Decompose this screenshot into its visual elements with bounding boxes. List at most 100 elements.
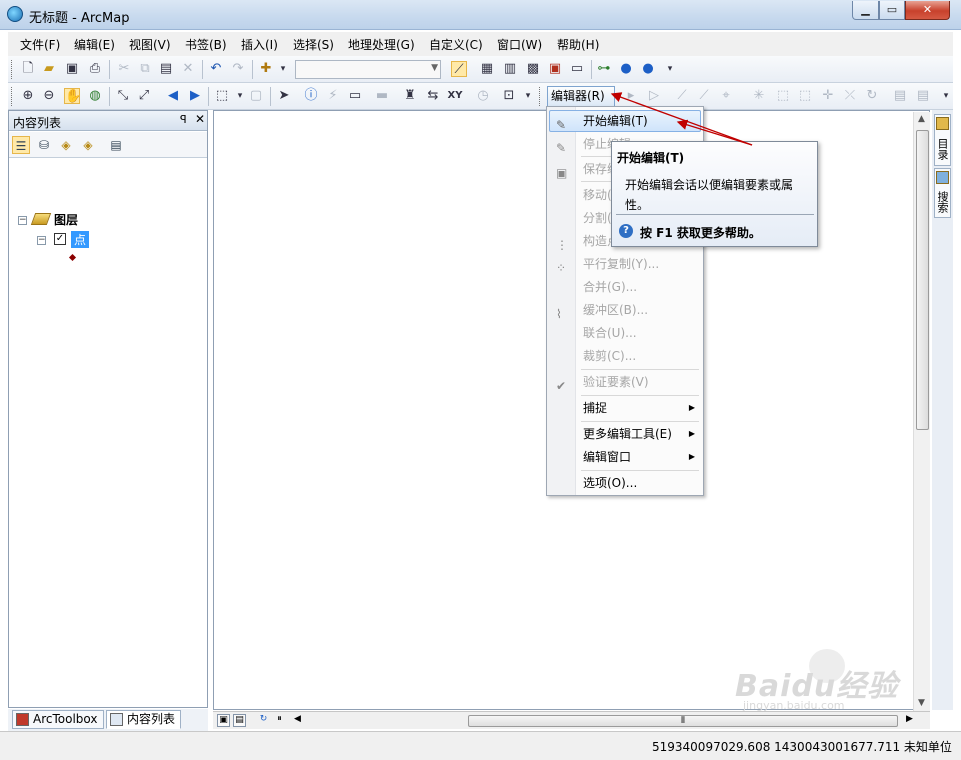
delete-icon[interactable]: ✕ bbox=[180, 61, 196, 77]
back-extent-icon[interactable]: ◀ bbox=[165, 88, 181, 104]
menu-item-merge[interactable]: 合并(G)... bbox=[549, 276, 701, 298]
straight-segment-icon[interactable]: ⟋ bbox=[674, 88, 690, 104]
menu-item-buffer[interactable]: ⌇ 缓冲区(B)... bbox=[549, 299, 701, 321]
menu-item-start-editing[interactable]: ✎ 开始编辑(T) bbox=[549, 110, 701, 132]
save-icon[interactable]: ▣ bbox=[64, 61, 80, 77]
redo-icon[interactable]: ↷ bbox=[230, 61, 246, 77]
scroll-up-icon[interactable]: ▲ bbox=[918, 114, 925, 124]
toolbar-grip[interactable] bbox=[11, 60, 14, 79]
list-by-source-icon[interactable]: ⛁ bbox=[35, 136, 53, 154]
identify-icon[interactable]: ⓘ bbox=[303, 88, 319, 104]
menu-item-union[interactable]: 联合(U)... bbox=[549, 322, 701, 344]
zoom-in-icon[interactable]: ⊕ bbox=[20, 88, 36, 104]
menu-customize[interactable]: 自定义(C) bbox=[429, 36, 483, 53]
menu-item-snapping[interactable]: 捕捉 ▶ bbox=[549, 397, 701, 419]
fixed-zoom-out-icon[interactable]: ⤢ bbox=[136, 88, 152, 104]
fixed-zoom-in-icon[interactable]: ⤡ bbox=[115, 88, 131, 104]
time-slider-icon[interactable]: ◷ bbox=[475, 88, 491, 104]
reshape-icon[interactable]: ⬚ bbox=[797, 88, 813, 104]
layout-view-button[interactable]: ▤ bbox=[233, 714, 246, 727]
edit-annotation-icon[interactable]: ▷ bbox=[646, 88, 662, 104]
menu-item-more-editing-tools[interactable]: 更多编辑工具(E) ▶ bbox=[549, 423, 701, 445]
layer-name[interactable]: 点 bbox=[71, 231, 90, 248]
clear-selection-icon[interactable]: ▢ bbox=[248, 88, 264, 104]
maximize-button[interactable]: ▭ bbox=[879, 1, 905, 20]
list-by-drawing-order-icon[interactable]: ☰ bbox=[12, 136, 30, 154]
list-by-selection-icon[interactable]: ◈ bbox=[79, 136, 97, 154]
attributes-icon[interactable]: ▤ bbox=[892, 88, 908, 104]
add-data-dropdown-icon[interactable]: ▾ bbox=[275, 61, 291, 77]
select-elements-arrow-icon[interactable]: ➤ bbox=[276, 88, 292, 104]
trace-icon[interactable]: ⌖ bbox=[718, 88, 734, 104]
tab-catalog[interactable]: 目录 bbox=[934, 114, 951, 166]
python-window-icon[interactable]: ▭ bbox=[569, 61, 585, 77]
toolbar-overflow-icon[interactable]: ▾ bbox=[662, 61, 678, 77]
menu-item-clip[interactable]: 裁剪(C)... bbox=[549, 345, 701, 367]
menu-selection[interactable]: 选择(S) bbox=[293, 36, 334, 53]
collapse-layer-icon[interactable]: − bbox=[37, 236, 46, 245]
scroll-left-icon[interactable]: ◀ bbox=[291, 714, 304, 727]
minimize-button[interactable]: ▁ bbox=[852, 1, 879, 20]
pause-drawing-icon[interactable]: ⏸ bbox=[273, 714, 286, 727]
map-scale-combo[interactable]: ▼ bbox=[295, 60, 441, 79]
rotate-icon[interactable]: ↻ bbox=[864, 88, 880, 104]
measure-icon[interactable]: ▬ bbox=[374, 88, 390, 104]
toolbar-overflow-icon[interactable]: ▾ bbox=[520, 88, 536, 104]
collapse-layers-icon[interactable]: − bbox=[18, 216, 27, 225]
menu-insert[interactable]: 插入(I) bbox=[241, 36, 278, 53]
copy-icon[interactable]: ⧉ bbox=[137, 61, 153, 77]
select-features-icon[interactable]: ⬚ bbox=[214, 88, 230, 104]
forward-extent-icon[interactable]: ▶ bbox=[187, 88, 203, 104]
tab-table-of-contents[interactable]: 内容列表 bbox=[106, 710, 181, 729]
menu-help[interactable]: 帮助(H) bbox=[557, 36, 599, 53]
arcmap-app-icon[interactable] bbox=[7, 6, 23, 22]
editor-toolbar-grip[interactable] bbox=[539, 87, 542, 106]
add-data-icon[interactable]: ✚ bbox=[258, 61, 274, 77]
cut-icon[interactable]: ✂ bbox=[116, 61, 132, 77]
paste-icon[interactable]: ▤ bbox=[158, 61, 174, 77]
layers-group-label[interactable]: 图层 bbox=[54, 211, 78, 228]
close-icon[interactable]: ✕ bbox=[195, 112, 205, 126]
menu-windows[interactable]: 窗口(W) bbox=[497, 36, 542, 53]
menu-item-options[interactable]: 选项(O)... bbox=[549, 472, 701, 494]
menu-item-copy-parallel[interactable]: ⁘ 平行复制(Y)... bbox=[549, 253, 701, 275]
open-folder-icon[interactable]: ▰ bbox=[41, 61, 57, 77]
full-extent-globe-icon[interactable]: ◍ bbox=[87, 88, 103, 104]
scroll-right-icon[interactable]: ▶ bbox=[903, 714, 916, 727]
editor-toolbar-icon[interactable]: ⟋ bbox=[451, 61, 467, 77]
scroll-down-icon[interactable]: ▼ bbox=[918, 698, 925, 708]
toc-options-icon[interactable]: ▤ bbox=[107, 136, 125, 154]
edit-vertices-icon[interactable]: ⬚ bbox=[775, 88, 791, 104]
menu-item-editing-windows[interactable]: 编辑窗口 ▶ bbox=[549, 446, 701, 468]
zoom-out-icon[interactable]: ⊖ bbox=[41, 88, 57, 104]
horizontal-scroll-thumb[interactable]: ⦀ bbox=[468, 715, 898, 727]
editor-menu-button[interactable]: 编辑器(R) ▾ bbox=[547, 86, 615, 122]
tab-arctoolbox[interactable]: ArcToolbox bbox=[12, 710, 104, 729]
layer-visibility-checkbox[interactable]: ✓ bbox=[54, 233, 66, 245]
globe-icon-2[interactable]: ● bbox=[640, 61, 656, 77]
menu-file[interactable]: 文件(F) bbox=[20, 36, 60, 53]
refresh-icon[interactable]: ↻ bbox=[257, 714, 270, 727]
pan-hand-icon[interactable]: ✋ bbox=[64, 88, 81, 104]
point-tool-icon[interactable]: ✳ bbox=[751, 88, 767, 104]
tab-search[interactable]: 搜索 bbox=[934, 168, 951, 218]
pin-icon[interactable]: ꟼ bbox=[180, 113, 187, 126]
point-symbol-icon[interactable] bbox=[68, 253, 77, 262]
select-dropdown-icon[interactable]: ▾ bbox=[232, 88, 248, 104]
menu-bookmarks[interactable]: 书签(B) bbox=[185, 36, 227, 53]
toolbar-overflow-icon[interactable]: ▾ bbox=[938, 88, 954, 104]
search-window-icon[interactable]: ▩ bbox=[525, 61, 541, 77]
find-binoculars-icon[interactable]: ♜ bbox=[402, 88, 418, 104]
end-point-arc-icon[interactable]: ⟋ bbox=[696, 88, 712, 104]
list-by-visibility-icon[interactable]: ◈ bbox=[57, 136, 75, 154]
find-route-icon[interactable]: ⇆ bbox=[425, 88, 441, 104]
menu-geoprocessing[interactable]: 地理处理(G) bbox=[348, 36, 415, 53]
menu-view[interactable]: 视图(V) bbox=[129, 36, 171, 53]
undo-icon[interactable]: ↶ bbox=[208, 61, 224, 77]
vertical-scrollbar[interactable]: ▲ ▼ bbox=[913, 112, 930, 712]
edit-tool-icon[interactable]: ▸ bbox=[623, 88, 639, 104]
table-of-contents-icon[interactable]: ▦ bbox=[479, 61, 495, 77]
menu-item-validate-features[interactable]: ✔ 验证要素(V) bbox=[549, 371, 701, 393]
cut-polygons-icon[interactable]: ✛ bbox=[820, 88, 836, 104]
go-to-xy-icon[interactable]: XY bbox=[447, 88, 463, 104]
